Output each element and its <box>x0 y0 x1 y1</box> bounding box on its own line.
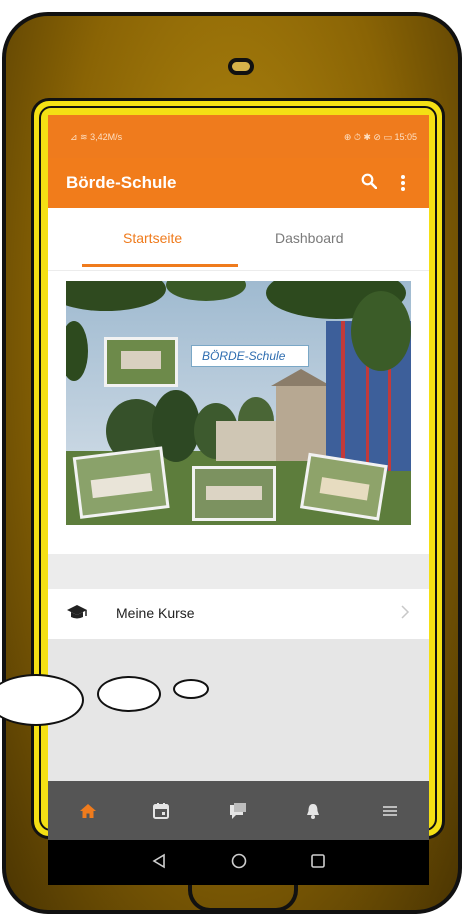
more-vertical-icon[interactable] <box>400 174 406 192</box>
empty-area <box>48 639 429 781</box>
graduation-cap-icon <box>67 605 87 619</box>
banner-sign: BÖRDE-Schule <box>191 345 309 367</box>
home-circle-icon[interactable] <box>230 852 248 870</box>
recents-icon[interactable] <box>309 852 327 870</box>
system-navigation-bar <box>48 840 429 885</box>
list-item-meine-kurse[interactable]: Meine Kurse <box>48 589 429 640</box>
tab-dashboard[interactable]: Dashboard <box>275 230 344 246</box>
school-banner-image[interactable]: BÖRDE-Schule <box>66 281 411 525</box>
search-icon[interactable] <box>361 173 377 189</box>
status-bar-left: ⊿ ≋ 3,42M/s <box>70 132 123 142</box>
chevron-right-icon <box>401 605 410 619</box>
decorative-bubble-medium <box>97 676 161 712</box>
home-icon[interactable] <box>79 802 97 820</box>
section-divider <box>48 554 429 589</box>
calendar-icon[interactable] <box>152 802 170 820</box>
back-icon[interactable] <box>150 852 168 870</box>
bell-icon[interactable] <box>304 802 322 820</box>
tab-startseite[interactable]: Startseite <box>123 230 182 246</box>
banner-sign-text: BÖRDE-Schule <box>202 349 286 363</box>
list-item-label: Meine Kurse <box>116 605 195 621</box>
screen: ⊿ ≋ 3,42M/s ⊕ ⏱ ✱ ⊘ ▭ 15:05 Börde-Schule… <box>48 115 429 885</box>
home-content: BÖRDE-Schule <box>48 271 429 554</box>
status-bar: ⊿ ≋ 3,42M/s ⊕ ⏱ ✱ ⊘ ▭ 15:05 <box>48 115 429 158</box>
active-tab-indicator <box>82 264 238 267</box>
banner-illustration <box>66 281 411 525</box>
tab-bar: Startseite Dashboard <box>48 208 429 271</box>
app-bar: Börde-Schule <box>48 158 429 208</box>
decorative-bubble-small <box>173 679 209 699</box>
messages-icon[interactable] <box>229 802 247 820</box>
hamburger-menu-icon[interactable] <box>381 802 399 820</box>
app-title: Börde-Schule <box>66 173 177 192</box>
phone-speaker <box>228 58 254 75</box>
bottom-navigation <box>48 781 429 840</box>
status-bar-right: ⊕ ⏱ ✱ ⊘ ▭ 15:05 <box>343 132 417 142</box>
